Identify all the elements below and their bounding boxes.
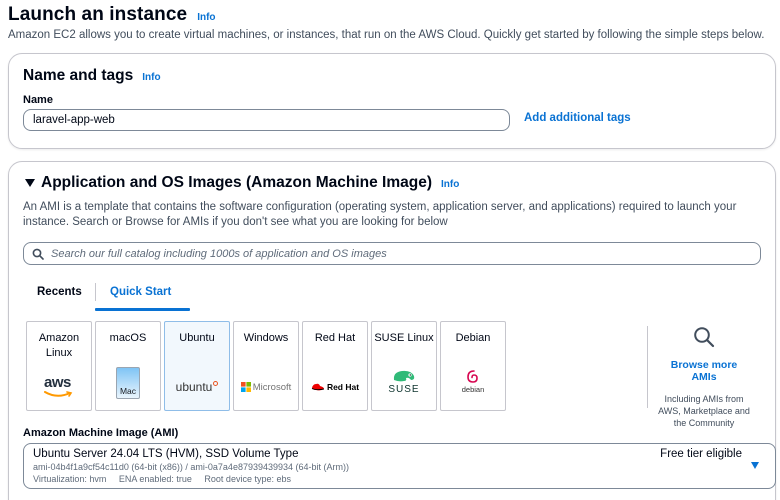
page-description: Amazon EC2 allows you to create virtual …: [8, 29, 765, 41]
search-icon: [32, 248, 44, 260]
microsoft-squares-icon: [240, 382, 251, 392]
name-and-tags-title: Name and tags: [23, 67, 134, 84]
tile-red-hat[interactable]: Red Hat Red Hat: [302, 321, 368, 411]
free-tier-badge: Free tier eligible: [660, 448, 742, 460]
ami-name: Ubuntu Server 24.04 LTS (HVM), SSD Volum…: [33, 448, 299, 460]
redhat-logo-icon: Red Hat: [303, 372, 367, 402]
name-and-tags-info-link[interactable]: Info: [142, 72, 160, 83]
ami-search-input[interactable]: [51, 247, 741, 260]
redhat-logo-text: Red Hat: [326, 382, 360, 392]
mac-finder-icon: Mac: [96, 367, 160, 399]
ubuntu-logo-text: ubuntu: [175, 380, 213, 394]
tile-windows[interactable]: Windows Microsoft: [233, 321, 299, 411]
name-and-tags-panel: Name and tags Info Name Add additional t…: [8, 53, 776, 149]
debian-logo-icon: debian: [441, 366, 505, 396]
tile-label: SUSE Linux: [374, 332, 434, 344]
tile-amazon-linux[interactable]: Amazon Linux aws: [26, 321, 92, 411]
name-field-label: Name: [23, 94, 53, 106]
aws-smile-icon: [44, 391, 73, 397]
page-header: Launch an instance Info: [8, 4, 216, 26]
ubuntu-circle-icon: [213, 380, 219, 386]
tile-macos[interactable]: macOS Mac: [95, 321, 161, 411]
microsoft-logo-text: Microsoft: [252, 381, 292, 393]
browse-more-amis[interactable]: Browse more AMIs Including AMIs from AWS…: [657, 326, 751, 429]
tab-quick-start[interactable]: Quick Start: [95, 283, 185, 301]
page-title: Launch an instance: [8, 4, 188, 25]
suse-logo-icon: SUSE: [372, 366, 436, 396]
suse-logo-text: SUSE: [388, 383, 420, 395]
tab-recents[interactable]: Recents: [37, 283, 82, 301]
ami-field-label: Amazon Machine Image (AMI): [23, 427, 179, 439]
aws-logo-text: aws: [44, 374, 71, 391]
ami-tabs: Recents Quick Start: [23, 283, 763, 311]
ami-description: An AMI is a template that contains the s…: [23, 201, 737, 228]
tile-label: Red Hat: [314, 332, 356, 344]
tile-ubuntu[interactable]: Ubuntu ubuntu: [164, 321, 230, 411]
page-info-link[interactable]: Info: [197, 12, 215, 23]
tile-label: Windows: [243, 332, 289, 344]
add-additional-tags-link[interactable]: Add additional tags: [524, 112, 631, 124]
tile-suse-linux[interactable]: SUSE Linux SUSE: [371, 321, 437, 411]
microsoft-logo-icon: Microsoft: [234, 372, 298, 402]
ami-search-box[interactable]: [23, 242, 761, 265]
ami-ids: ami-04b4f1a9cf54c11d0 (64-bit (x86)) / a…: [33, 462, 350, 472]
tile-debian[interactable]: Debian debian: [440, 321, 506, 411]
aws-logo-icon: aws: [27, 372, 91, 402]
tile-label: macOS: [109, 332, 147, 344]
ami-header: Application and OS Images (Amazon Machin…: [41, 174, 459, 192]
browse-more-amis-link[interactable]: Browse more AMIs: [657, 359, 751, 383]
browse-more-amis-subtext: Including AMIs from AWS, Marketplace and…: [658, 394, 750, 428]
search-magnifier-icon: [694, 327, 715, 348]
tile-label: Debian: [455, 332, 491, 344]
debian-logo-text: debian: [461, 384, 485, 394]
ami-select[interactable]: Ubuntu Server 24.04 LTS (HVM), SSD Volum…: [23, 443, 776, 489]
ami-info-link[interactable]: Info: [441, 179, 459, 190]
collapse-caret-icon[interactable]: [25, 179, 35, 187]
chevron-down-icon[interactable]: [751, 462, 759, 469]
tile-label: Amazon Linux: [38, 332, 80, 359]
redhat-hat-icon: [311, 383, 325, 391]
name-and-tags-header: Name and tags Info: [23, 67, 161, 85]
suse-chameleon-icon: [393, 370, 415, 381]
ami-details: Virtualization: hvm ENA enabled: true Ro…: [33, 474, 291, 484]
browse-divider: [647, 326, 648, 408]
mac-logo-text: Mac: [119, 386, 137, 396]
debian-swirl-icon: [467, 369, 478, 383]
ami-panel: Application and OS Images (Amazon Machin…: [8, 161, 776, 500]
name-input[interactable]: [23, 109, 510, 131]
active-tab-indicator: [95, 308, 190, 311]
tile-label: Ubuntu: [179, 332, 215, 344]
ami-section-title: Application and OS Images (Amazon Machin…: [41, 174, 433, 191]
ubuntu-logo-icon: ubuntu: [165, 372, 229, 402]
